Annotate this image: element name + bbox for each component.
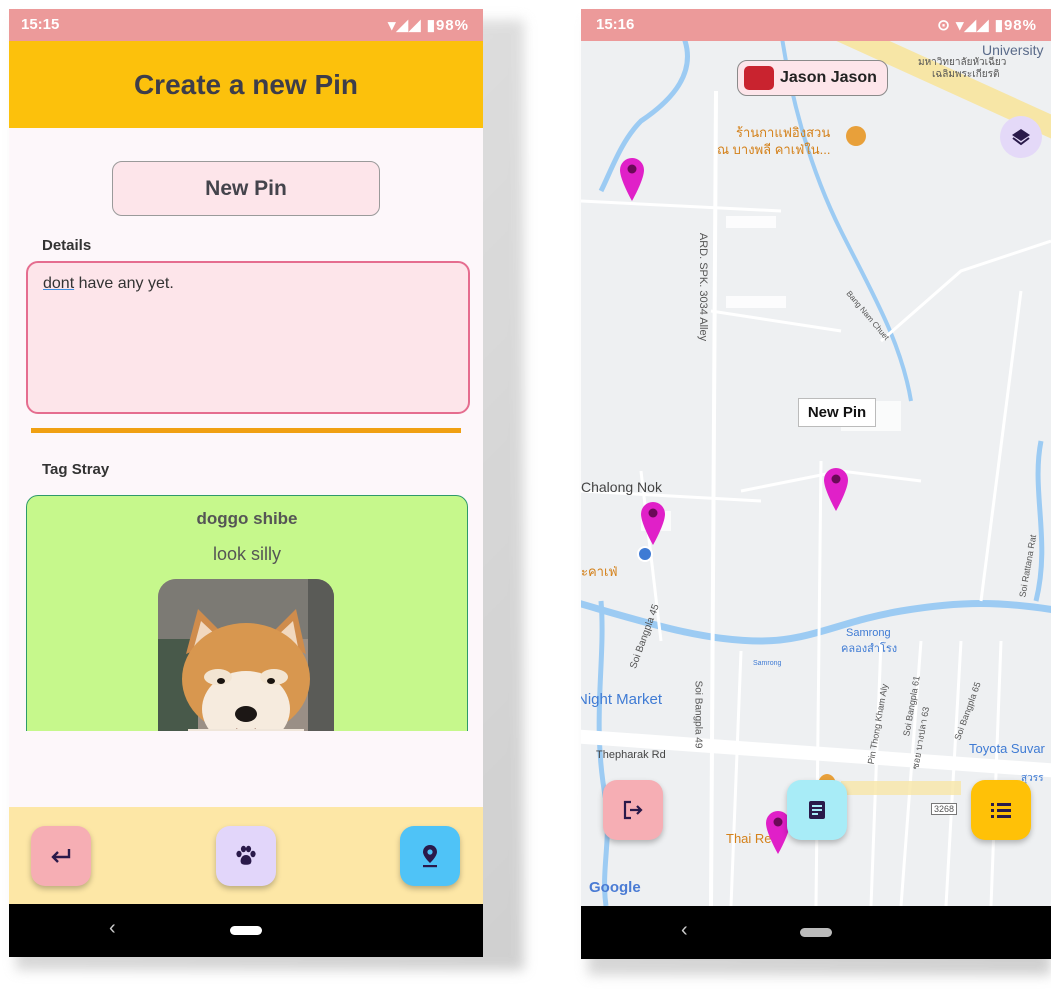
- bottom-bar: [9, 807, 483, 904]
- map-label-cafe-2: ณ บางพลี คาเฟ่ใน...: [717, 142, 831, 157]
- battery-level: 98%: [1003, 17, 1037, 34]
- map-view[interactable]: University มหาวิทยาลัยหัวเฉียว เฉลิมพระเ…: [581, 41, 1051, 906]
- select-stray-button[interactable]: [216, 826, 276, 886]
- nav-back-icon[interactable]: ‹: [109, 917, 116, 940]
- details-text: dont have any yet.: [43, 275, 174, 293]
- nav-back-icon[interactable]: ‹: [681, 919, 688, 942]
- marker-info-window: New Pin: [798, 398, 876, 427]
- avatar: [744, 66, 774, 90]
- map-label-cafe-fragment: ะคาเฟ่: [581, 564, 618, 579]
- pin-title-input[interactable]: New Pin: [112, 161, 380, 216]
- details-textarea[interactable]: dont have any yet.: [26, 261, 470, 414]
- back-arrow-icon: [51, 849, 71, 863]
- status-bar: 15:15 ▾◢◢ ▮98%: [9, 9, 483, 41]
- current-location-dot: [637, 546, 653, 562]
- nav-home-icon[interactable]: [800, 928, 832, 937]
- map-label-chalong-nok: Chalong Nok: [581, 479, 662, 495]
- logout-button[interactable]: [603, 780, 663, 840]
- page-title: Create a new Pin: [133, 68, 359, 100]
- battery-level: 98%: [435, 17, 469, 34]
- save-location-button[interactable]: [400, 826, 460, 886]
- create-pin-screen: 15:15 ▾◢◢ ▮98% Create a new Pin New Pin …: [9, 9, 483, 957]
- system-nav-bar: ‹: [9, 904, 483, 957]
- stray-description: look silly: [212, 544, 282, 564]
- stray-card[interactable]: doggo shibe look silly: [26, 495, 468, 757]
- map-marker[interactable]: [640, 500, 666, 546]
- user-name: Jason Jason: [780, 69, 877, 86]
- map-marker-new-pin[interactable]: [823, 466, 849, 512]
- map-label-samrong-canal: Samrong: [753, 660, 782, 667]
- details-text-underlined: dont: [43, 275, 75, 292]
- layers-icon: [1012, 129, 1030, 146]
- status-icons: ▾◢◢ ▮98%: [387, 17, 469, 34]
- map-layers-button[interactable]: [1000, 116, 1042, 158]
- map-label-night-market: Night Market: [581, 691, 663, 708]
- pin-title-value: New Pin: [205, 176, 287, 200]
- map-label-toyota: Toyota Suvar: [969, 741, 1045, 756]
- map-label-thepharak: Thepharak Rd: [596, 749, 666, 761]
- cafe-poi-icon: [846, 126, 866, 146]
- map-screen: University มหาวิทยาลัยหัวเฉียว เฉลิมพระเ…: [581, 9, 1051, 959]
- details-text-rest: have any yet.: [74, 275, 174, 292]
- google-logo: Google: [589, 879, 641, 896]
- map-marker[interactable]: [619, 156, 645, 202]
- paw-icon: [236, 845, 256, 865]
- map-label-soi-bangpla-49: Soi Bangpla 49: [692, 680, 704, 749]
- list-button[interactable]: [971, 780, 1031, 840]
- user-chip[interactable]: Jason Jason: [737, 60, 888, 96]
- tag-stray-label: Tag Stray: [42, 461, 110, 478]
- map-label-samrong-th: คลองสำโรง: [841, 643, 898, 655]
- map-label-samrong: Samrong: [846, 627, 891, 639]
- status-time: 15:15: [21, 16, 60, 33]
- details-label: Details: [42, 237, 92, 254]
- marker-info-title: New Pin: [807, 404, 867, 421]
- notes-button[interactable]: [787, 780, 847, 840]
- stray-name: doggo shibe: [196, 509, 298, 528]
- divider: [31, 428, 461, 433]
- system-nav-bar: ‹: [581, 906, 1051, 959]
- status-bar: 15:16 ⊙ ▾◢◢ ▮98%: [581, 9, 1051, 41]
- app-bar: Create a new Pin: [9, 41, 483, 128]
- map-label-alley: ARD. SPK. 3034 Alley: [697, 232, 710, 342]
- status-time: 15:16: [596, 16, 635, 33]
- list-icon: [991, 803, 1011, 818]
- nav-home-icon[interactable]: [230, 926, 262, 935]
- map-canvas: [581, 41, 1051, 906]
- location-pin-icon: [423, 845, 437, 868]
- stray-photo: [158, 579, 334, 749]
- logout-icon: [623, 800, 643, 820]
- notes-icon: [809, 801, 825, 819]
- route-shield: 3268: [931, 803, 958, 815]
- back-button[interactable]: [31, 826, 91, 886]
- map-label-university-th2: เฉลิมพระเกียรติ: [932, 69, 1000, 80]
- status-icons: ⊙ ▾◢◢ ▮98%: [937, 17, 1037, 34]
- scroll-fade: [9, 731, 483, 807]
